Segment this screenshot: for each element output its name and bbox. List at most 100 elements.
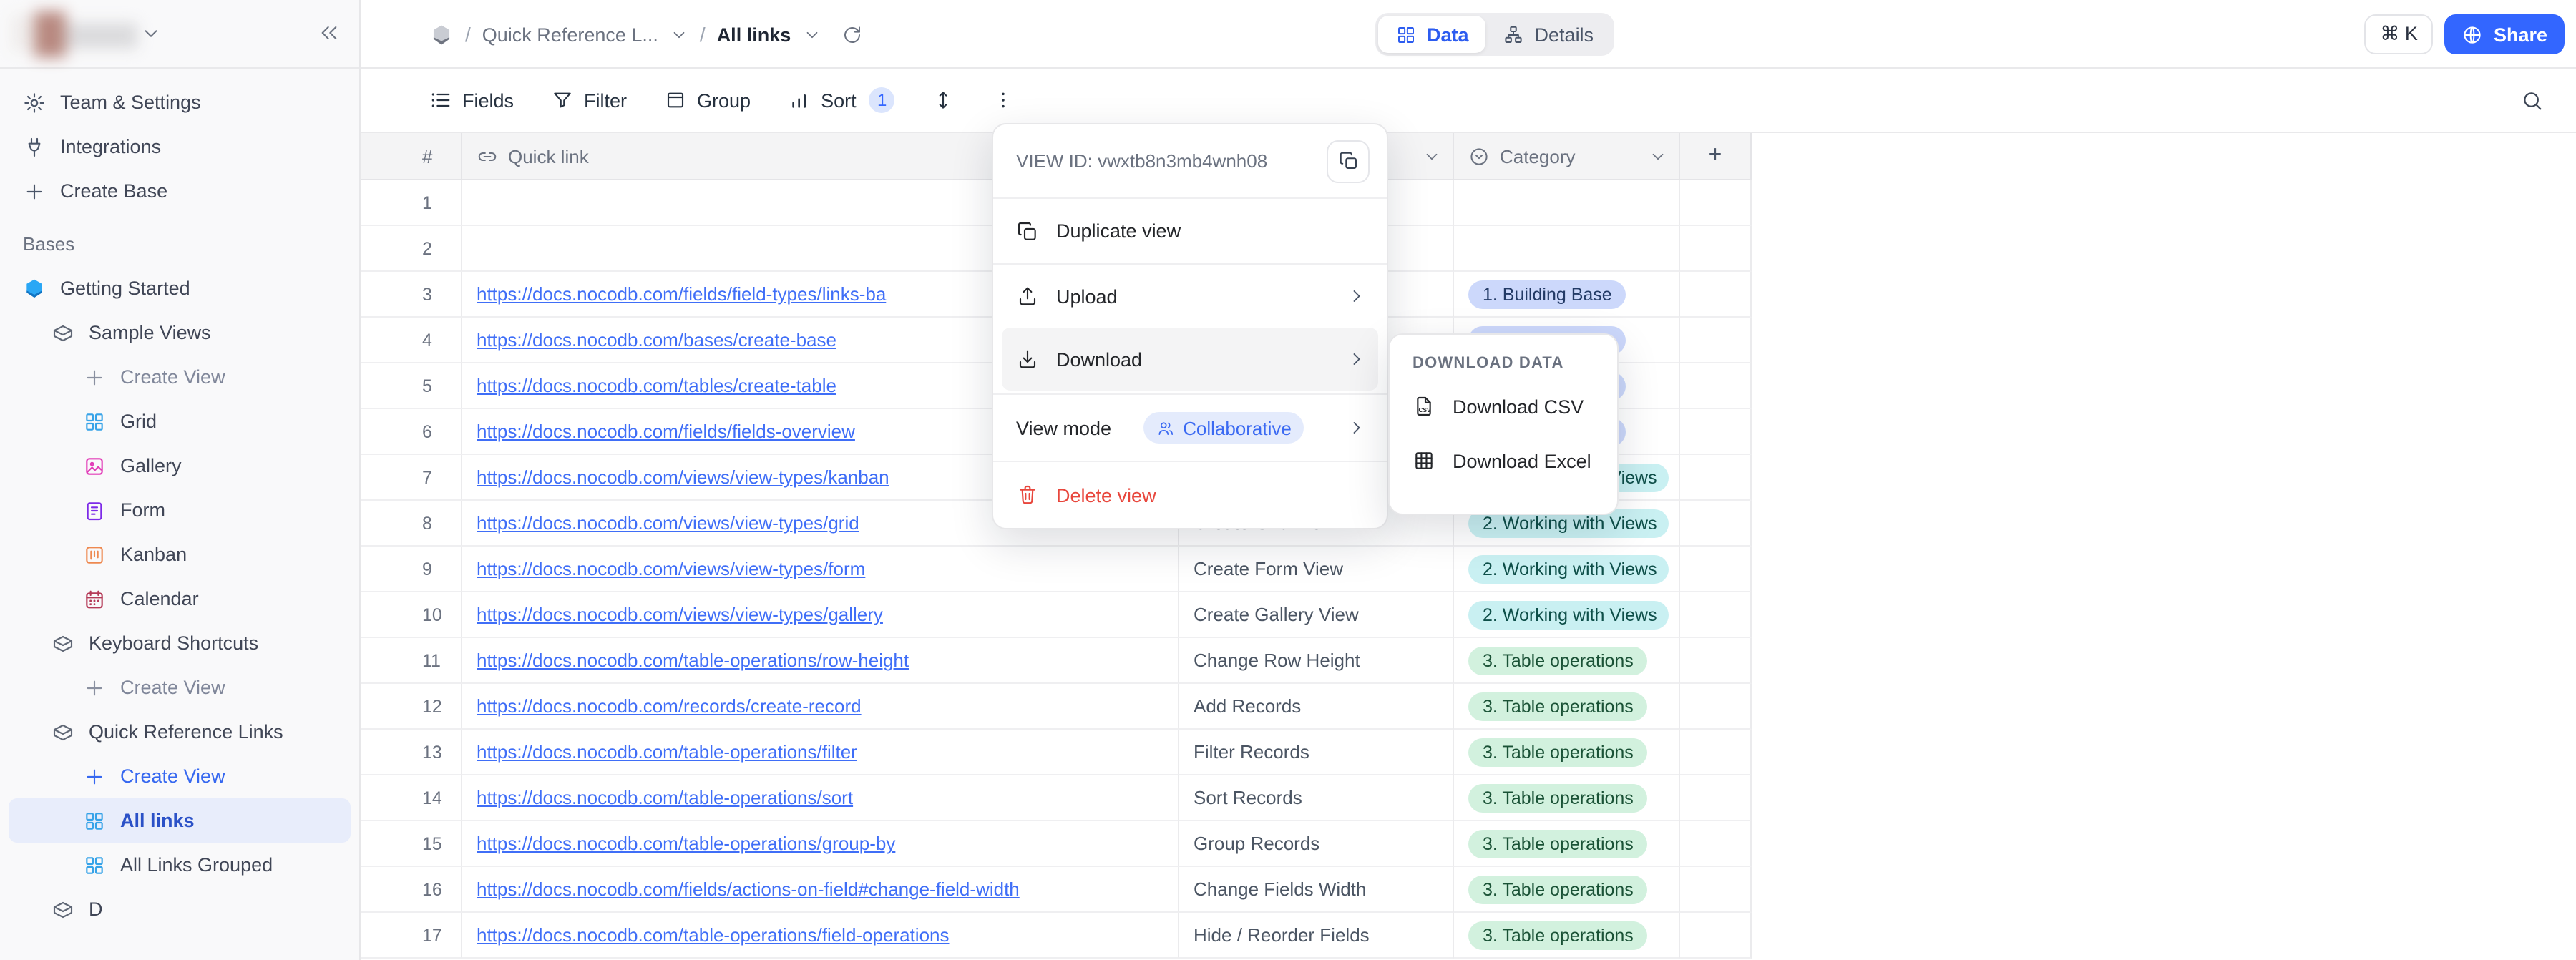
share-button[interactable]: Share <box>2445 14 2565 54</box>
sidebar-item-create-view[interactable]: Create View <box>9 754 351 798</box>
quick-link[interactable]: https://docs.nocodb.com/fields/fields-ov… <box>477 421 855 442</box>
quick-link[interactable]: https://docs.nocodb.com/views/view-types… <box>477 604 883 625</box>
quick-link[interactable]: https://docs.nocodb.com/fields/field-typ… <box>477 283 886 305</box>
sidebar-item-all-links-grouped[interactable]: All Links Grouped <box>9 843 351 887</box>
sidebar-item-sample-views[interactable]: Sample Views <box>9 310 351 355</box>
quick-link[interactable]: https://docs.nocodb.com/fields/actions-o… <box>477 878 1020 900</box>
category-cell[interactable]: 3. Table operations <box>1454 913 1680 959</box>
title-cell[interactable]: Change Row Height <box>1179 638 1454 684</box>
title-cell[interactable]: Add Records <box>1179 684 1454 730</box>
fields-button[interactable]: Fields <box>429 89 514 112</box>
quick-link[interactable]: https://docs.nocodb.com/table-operations… <box>477 924 950 946</box>
menu-item-duplicate-view[interactable]: Duplicate view <box>993 199 1387 265</box>
grid-icon <box>1395 24 1417 45</box>
category-cell[interactable]: 3. Table operations <box>1454 775 1680 821</box>
more-options-icon[interactable] <box>992 89 1015 112</box>
category-cell[interactable]: 3. Table operations <box>1454 638 1680 684</box>
quick-link[interactable]: https://docs.nocodb.com/records/create-r… <box>477 695 862 717</box>
menu-item-delete-view[interactable]: Delete view <box>993 462 1387 528</box>
sort-button[interactable]: Sort 1 <box>788 87 895 113</box>
sidebar-item-getting-started[interactable]: Getting Started <box>9 266 351 310</box>
tab-details[interactable]: Details <box>1486 16 1611 53</box>
quick-link-cell[interactable]: https://docs.nocodb.com/table-operations… <box>462 775 1179 821</box>
title-cell[interactable]: Sort Records <box>1179 775 1454 821</box>
search-icon[interactable] <box>2520 89 2545 113</box>
category-cell[interactable]: 3. Table operations <box>1454 730 1680 775</box>
row-height-icon[interactable] <box>932 89 955 112</box>
sidebar-item-integrations[interactable]: Integrations <box>9 124 351 169</box>
quick-link[interactable]: https://docs.nocodb.com/tables/create-ta… <box>477 375 836 396</box>
title-cell[interactable]: Create Form View <box>1179 547 1454 592</box>
quick-link-cell[interactable]: https://docs.nocodb.com/fields/actions-o… <box>462 867 1179 913</box>
breadcrumb-table[interactable]: Quick Reference L... <box>482 24 658 45</box>
refresh-icon[interactable] <box>841 24 862 45</box>
quick-link[interactable]: https://docs.nocodb.com/table-operations… <box>477 650 909 671</box>
add-column-button[interactable]: + <box>1680 133 1752 180</box>
sidebar-item-gallery[interactable]: Gallery <box>9 444 351 488</box>
menu-item-upload[interactable]: Upload <box>993 265 1387 328</box>
title-cell[interactable]: Create Gallery View <box>1179 592 1454 638</box>
copy-view-id-button[interactable] <box>1327 139 1370 182</box>
quick-link-cell[interactable]: https://docs.nocodb.com/table-operations… <box>462 730 1179 775</box>
single-select-icon <box>1468 145 1490 167</box>
quick-link[interactable]: https://docs.nocodb.com/views/view-types… <box>477 466 889 488</box>
quick-link[interactable]: https://docs.nocodb.com/bases/create-bas… <box>477 329 836 351</box>
filter-button[interactable]: Filter <box>551 89 627 112</box>
category-cell[interactable]: 2. Working with Views <box>1454 592 1680 638</box>
chevron-down-icon[interactable] <box>670 25 688 44</box>
sidebar-item-keyboard-shortcuts[interactable]: Keyboard Shortcuts <box>9 621 351 665</box>
quick-link-cell[interactable]: https://docs.nocodb.com/records/create-r… <box>462 684 1179 730</box>
quick-link[interactable]: https://docs.nocodb.com/table-operations… <box>477 741 857 763</box>
menu-item-view-mode[interactable]: View mode Collaborative <box>993 395 1387 462</box>
group-button[interactable]: Group <box>664 89 751 112</box>
quick-link[interactable]: https://docs.nocodb.com/table-operations… <box>477 787 853 808</box>
workspace-switcher[interactable] <box>0 0 359 69</box>
quick-link[interactable]: https://docs.nocodb.com/table-operations… <box>477 833 895 854</box>
category-badge: 3. Table operations <box>1468 738 1648 766</box>
menu-item-download-excel[interactable]: Download Excel <box>1390 434 1617 488</box>
quick-link-cell[interactable]: https://docs.nocodb.com/views/view-types… <box>462 547 1179 592</box>
breadcrumb-view[interactable]: All links <box>717 24 791 45</box>
chevron-down-icon[interactable] <box>802 25 821 44</box>
title-cell[interactable]: Group Records <box>1179 821 1454 867</box>
sidebar-item-create-view[interactable]: Create View <box>9 665 351 710</box>
quick-link-cell[interactable]: https://docs.nocodb.com/table-operations… <box>462 913 1179 959</box>
menu-item-download-csv[interactable]: CSV Download CSV <box>1390 379 1617 434</box>
sidebar-item-quick-reference-links[interactable]: Quick Reference Links <box>9 710 351 754</box>
column-header-category[interactable]: Category <box>1454 133 1680 180</box>
sidebar-item-team-settings[interactable]: Team & Settings <box>9 80 351 124</box>
chevron-down-icon[interactable] <box>140 23 162 44</box>
category-cell[interactable]: 3. Table operations <box>1454 867 1680 913</box>
sidebar-item-form[interactable]: Form <box>9 488 351 532</box>
sidebar-item-calendar[interactable]: Calendar <box>9 577 351 621</box>
sidebar-item-grid[interactable]: Grid <box>9 399 351 444</box>
category-cell[interactable]: 3. Table operations <box>1454 821 1680 867</box>
quick-link[interactable]: https://docs.nocodb.com/views/view-types… <box>477 558 865 579</box>
quick-link-cell[interactable]: https://docs.nocodb.com/table-operations… <box>462 821 1179 867</box>
chevron-down-icon[interactable] <box>1423 147 1441 165</box>
quick-link[interactable]: https://docs.nocodb.com/views/view-types… <box>477 512 859 534</box>
chevron-down-icon[interactable] <box>1649 147 1667 165</box>
sidebar-item-d[interactable]: D <box>9 887 351 931</box>
category-badge: 3. Table operations <box>1468 829 1648 858</box>
sidebar-item-create-view[interactable]: Create View <box>9 355 351 399</box>
title-cell[interactable]: Filter Records <box>1179 730 1454 775</box>
category-cell[interactable]: 1. Building Base <box>1454 272 1680 318</box>
category-cell[interactable]: 2. Working with Views <box>1454 547 1680 592</box>
category-cell[interactable]: 3. Table operations <box>1454 684 1680 730</box>
sidebar-item-create-base[interactable]: Create Base <box>9 169 351 213</box>
quick-link-cell[interactable]: https://docs.nocodb.com/views/view-types… <box>462 592 1179 638</box>
menu-item-download[interactable]: Download <box>1002 328 1378 391</box>
collaborative-badge: Collaborative <box>1143 412 1304 444</box>
category-cell[interactable] <box>1454 180 1680 226</box>
tab-data[interactable]: Data <box>1378 16 1486 53</box>
sidebar-item-all-links[interactable]: All links <box>9 798 351 843</box>
collapse-sidebar-icon[interactable] <box>318 21 341 44</box>
title-cell[interactable]: Change Fields Width <box>1179 867 1454 913</box>
sidebar-item-kanban[interactable]: Kanban <box>9 532 351 577</box>
quick-link-cell[interactable]: https://docs.nocodb.com/table-operations… <box>462 638 1179 684</box>
title-cell[interactable]: Hide / Reorder Fields <box>1179 913 1454 959</box>
command-k-button[interactable]: ⌘ K <box>2364 14 2434 54</box>
table-row-17: 17 https://docs.nocodb.com/table-operati… <box>361 913 1752 959</box>
category-cell[interactable] <box>1454 226 1680 272</box>
